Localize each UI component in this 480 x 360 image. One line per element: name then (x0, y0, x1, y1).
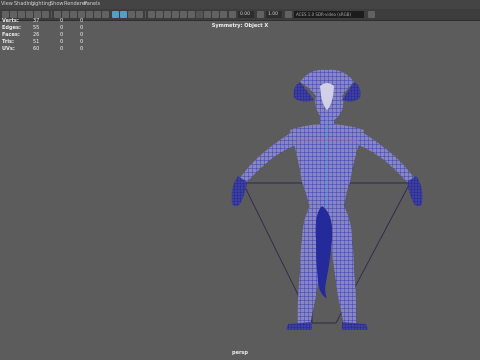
mesh-foot-left (286, 322, 312, 330)
mesh-foot-right (342, 322, 368, 330)
mesh-hand-right (407, 176, 423, 207)
viewport-canvas[interactable] (0, 0, 480, 360)
mesh-leg-right (330, 238, 357, 326)
mesh-hand-left (231, 176, 247, 207)
camera-name-label: persp (232, 350, 248, 356)
mesh-tail (315, 206, 333, 298)
mesh-arm-right (356, 132, 414, 182)
character-mesh[interactable] (231, 69, 423, 330)
mesh-arm-left (240, 132, 298, 182)
